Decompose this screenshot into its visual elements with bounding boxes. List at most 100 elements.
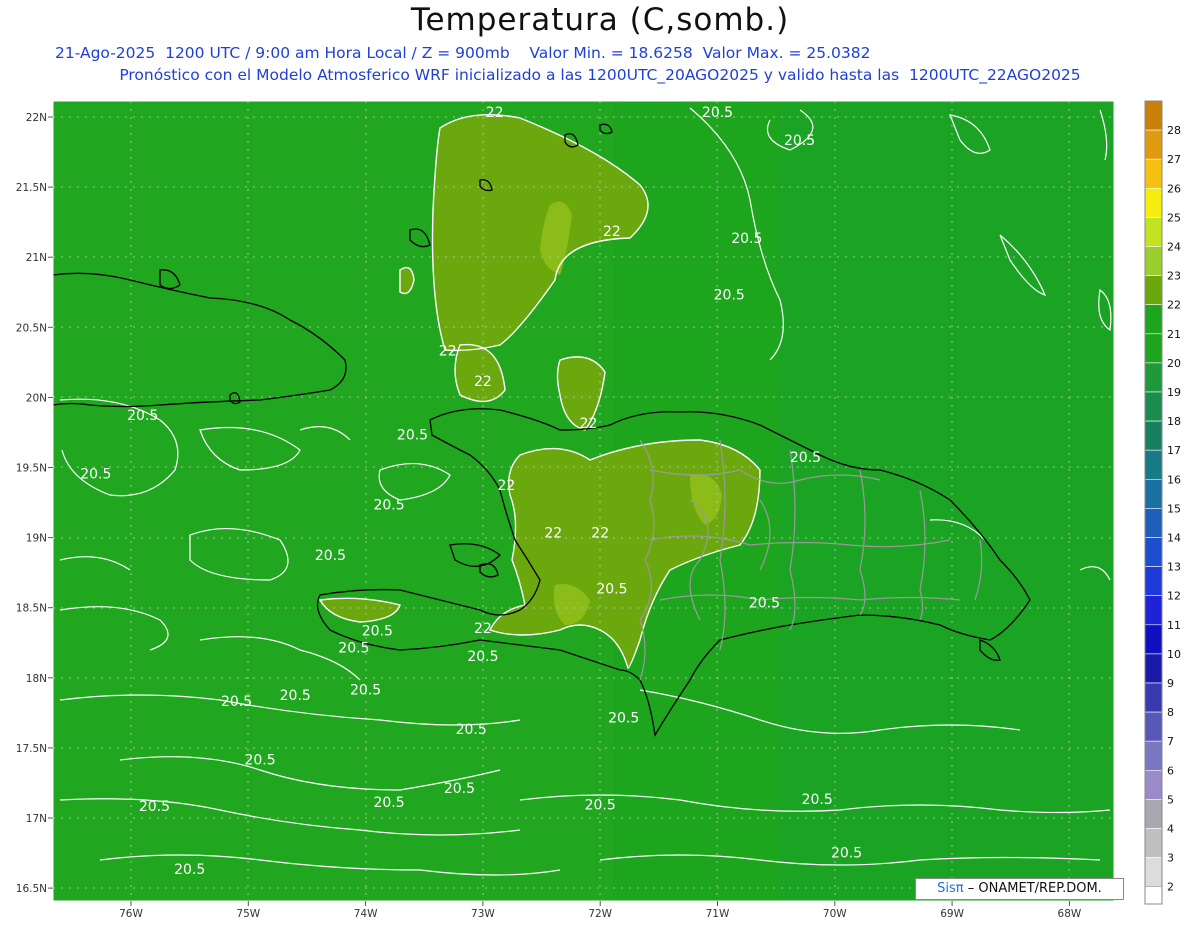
colorbar-swatch [1144, 595, 1163, 626]
contour-value-label: 20.5 [139, 799, 170, 815]
longitude-tick-label: 76W [119, 908, 143, 920]
colorbar-label: 19 [1167, 386, 1181, 399]
latitude-tick-label: 21.5N [16, 182, 47, 194]
longitude-tick-label: 72W [588, 908, 612, 920]
contour-value-label: 22 [497, 478, 515, 494]
colorbar-label: 18 [1167, 415, 1181, 428]
temperature-map: 22N 21.5N 21N 20.5N 20N 19.5N 19N 18.5N 18N 17.5N… [16, 100, 1181, 920]
contour-value-label: 20.5 [80, 467, 111, 483]
contour-value-label: 20.5 [608, 711, 639, 727]
colorbar-label: 5 [1167, 793, 1174, 806]
colorbar-label: 3 [1167, 852, 1174, 865]
longitude-tick-label: 71W [706, 908, 730, 920]
contour-value-label: 22 [474, 621, 492, 637]
colorbar-label: 4 [1167, 823, 1174, 836]
longitude-tick-label: 69W [940, 908, 964, 920]
colorbar-swatch [1144, 333, 1163, 364]
colorbar-label: 12 [1167, 590, 1181, 603]
colorbar-swatch [1144, 158, 1163, 189]
colorbar-swatch [1144, 537, 1163, 567]
colorbar-label: 2 [1167, 881, 1174, 894]
contour-value-label: 20.5 [362, 624, 393, 640]
colorbar-label: 7 [1167, 735, 1174, 748]
colorbar-swatch [1144, 857, 1163, 887]
colorbar-label: 9 [1167, 677, 1174, 690]
contour-value-label: 22 [580, 416, 598, 432]
colorbar-swatch [1144, 769, 1163, 800]
latitude-tick-label: 19N [26, 533, 47, 545]
colorbar-label: 25 [1167, 211, 1181, 224]
longitude-tick-label: 73W [471, 908, 495, 920]
colorbar-swatch [1144, 449, 1163, 480]
contour-value-label: 22 [544, 526, 562, 542]
credit-text: – ONAMET/REP.DOM. [967, 881, 1102, 896]
contour-value-label: 20.5 [596, 582, 627, 598]
contour-value-label: 20.5 [373, 795, 404, 811]
longitude-axis: 76W 75W 74W 73W 72W 71W 70W 69W 68W [119, 901, 1082, 920]
contour-value-label: 20.5 [280, 688, 311, 704]
longitude-tick-label: 68W [1058, 908, 1082, 920]
contour-value-label: 20.5 [831, 845, 862, 861]
contour-value-label: 20.5 [444, 781, 475, 797]
contour-value-label: 20.5 [244, 753, 275, 769]
contour-value-label: 20.5 [221, 694, 252, 710]
sis-logo-text: Sisπ [937, 881, 964, 896]
contour-value-label: 20.5 [127, 408, 158, 424]
latitude-tick-label: 20.5N [16, 322, 47, 334]
colorbar-label: 10 [1167, 648, 1181, 661]
contour-value-label: 22 [603, 224, 621, 240]
colorbar-swatch [1144, 362, 1163, 393]
colorbar-swatch [1144, 508, 1163, 538]
colorbar-label: 23 [1167, 270, 1181, 283]
contour-value-label: 20.5 [731, 231, 762, 247]
colorbar-swatch [1144, 740, 1163, 771]
colorbar-label: 17 [1167, 444, 1181, 457]
contour-value-label: 20.5 [397, 427, 428, 443]
colorbar-swatch [1144, 188, 1163, 218]
colorbar-label: 28 [1167, 124, 1181, 137]
colorbar-swatch [1144, 624, 1163, 655]
contour-value-label: 20.5 [585, 798, 616, 814]
contour-value-label: 20.5 [714, 287, 745, 303]
colorbar-label: 27 [1167, 153, 1181, 166]
contour-value-label: 20.5 [350, 683, 381, 699]
colorbar-swatch [1144, 478, 1163, 509]
contour-value-label: 20.5 [790, 450, 821, 466]
latitude-tick-label: 21N [26, 252, 47, 264]
longitude-tick-label: 75W [236, 908, 260, 920]
colorbar-swatch [1144, 100, 1163, 131]
contour-value-label: 22 [439, 343, 457, 359]
colorbar-label: 13 [1167, 561, 1181, 574]
contour-value-label: 20.5 [749, 596, 780, 612]
contour-value-label: 20.5 [784, 133, 815, 149]
colorbar-swatch [1144, 217, 1163, 247]
colorbar-swatch [1144, 246, 1163, 276]
colorbar-swatch [1144, 828, 1163, 858]
credit-box: Sisπ – ONAMET/REP.DOM. [915, 878, 1124, 900]
contour-value-label: 20.5 [338, 641, 369, 657]
latitude-tick-label: 19.5N [16, 463, 47, 475]
colorbar-label: 26 [1167, 182, 1181, 195]
latitude-tick-label: 20N [26, 392, 47, 404]
colorbar-swatch [1144, 711, 1163, 742]
colorbar-swatch [1144, 886, 1163, 905]
colorbar-label: 8 [1167, 706, 1174, 719]
contour-value-label: 20.5 [802, 792, 833, 808]
contour-value-label: 20.5 [467, 649, 498, 665]
contour-value-label: 22 [474, 374, 492, 390]
latitude-tick-label: 17N [26, 813, 47, 825]
contour-value-label: 20.5 [456, 722, 487, 738]
colorbar-label: 15 [1167, 502, 1181, 515]
colorbar-label: 20 [1167, 357, 1181, 370]
colorbar-swatch [1144, 799, 1163, 829]
contour-value-label: 22 [486, 105, 504, 121]
colorbar-label: 22 [1167, 299, 1181, 312]
colorbar-swatch [1144, 420, 1163, 451]
colorbar-swatch [1144, 391, 1163, 422]
colorbar-swatch [1144, 275, 1163, 306]
contour-value-label: 20.5 [174, 862, 205, 878]
colorbar-label: 6 [1167, 764, 1174, 777]
latitude-tick-label: 16.5N [16, 883, 47, 895]
colorbar-swatch [1144, 682, 1163, 713]
contour-value-label: 20.5 [315, 548, 346, 564]
